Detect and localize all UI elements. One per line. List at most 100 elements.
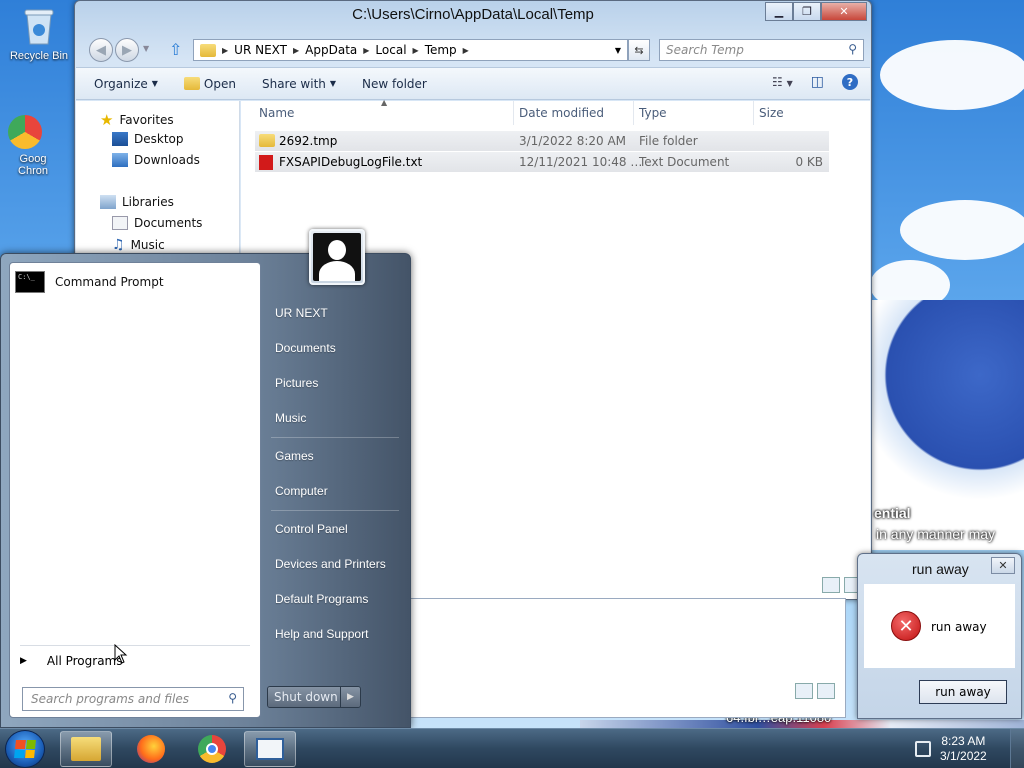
nav-label: Libraries [122, 195, 174, 209]
column-header-type[interactable]: Type [639, 106, 667, 120]
chevron-down-icon: ▼ [329, 79, 337, 88]
file-size: 0 KB [795, 155, 823, 169]
divider [271, 437, 399, 438]
file-row[interactable]: 2692.tmp 3/1/2022 8:20 AM File folder [255, 131, 829, 151]
overlay-text: in any manner may [876, 526, 996, 542]
file-date: 3/1/2022 8:20 AM [519, 134, 627, 148]
share-with-button[interactable]: Share with ▼ [262, 77, 336, 91]
view-options-icon[interactable]: ☷ ▼ [772, 75, 793, 89]
nav-documents[interactable]: Documents [112, 216, 202, 230]
forward-button[interactable]: ▶ [115, 38, 139, 62]
start-search-input[interactable]: Search programs and files ⚲ [22, 687, 244, 711]
back-button[interactable]: ◀ [89, 38, 113, 62]
all-programs-button[interactable]: ▶ All Programs [20, 654, 123, 668]
navigation-row: ◀ ▶ ▼ ⇧ ▶ UR NEXT ▶ AppData ▶ Local ▶ Te… [83, 38, 864, 62]
new-folder-button[interactable]: New folder [362, 77, 427, 91]
network-icon[interactable] [915, 741, 931, 757]
help-icon[interactable]: ? [842, 74, 858, 90]
clock-time: 8:23 AM [941, 734, 986, 748]
window-title: C:\Users\Cirno\AppData\Local\Temp [352, 6, 594, 23]
chrome-icon [8, 115, 42, 149]
chevron-right-icon: ▶ [20, 656, 27, 666]
search-placeholder: Search Temp [666, 43, 744, 57]
taskbar-dialog-app[interactable] [244, 731, 296, 767]
column-divider [513, 101, 514, 125]
shutdown-button[interactable]: Shut down ▶ [267, 686, 361, 708]
preview-pane-icon[interactable]: ◫ [811, 74, 824, 90]
breadcrumb-item[interactable]: AppData [305, 43, 357, 57]
nav-downloads[interactable]: Downloads [112, 153, 200, 167]
user-icon [313, 233, 361, 281]
overlay-text: ential [874, 505, 911, 521]
nav-desktop[interactable]: Desktop [112, 132, 184, 146]
nav-favorites[interactable]: ★ Favorites [100, 111, 174, 129]
search-input[interactable]: Search Temp ⚲ [659, 39, 864, 61]
breadcrumb-item[interactable]: Local [375, 43, 406, 57]
file-type: Text Document [639, 155, 730, 169]
refresh-button[interactable]: ⇆ [628, 39, 650, 61]
address-bar[interactable]: ▶ UR NEXT ▶ AppData ▶ Local ▶ Temp ▶ ▼ [193, 39, 628, 61]
details-view-button[interactable] [822, 577, 840, 593]
chevron-right-icon: ▶ [293, 45, 300, 55]
start-item-default-programs[interactable]: Default Programs [275, 592, 368, 606]
column-divider [633, 101, 634, 125]
start-item-documents[interactable]: Documents [275, 341, 336, 355]
close-button[interactable]: ✕ [821, 2, 867, 21]
start-item-games[interactable]: Games [275, 449, 314, 463]
view-toggle [822, 577, 862, 593]
show-desktop-button[interactable] [1010, 729, 1024, 768]
column-header-date[interactable]: Date modified [519, 106, 604, 120]
dialog-ok-button[interactable]: run away [919, 680, 1007, 704]
file-row[interactable]: FXSAPIDebugLogFile.txt 12/11/2021 10:48 … [255, 152, 829, 172]
organize-button[interactable]: Organize ▼ [94, 77, 158, 91]
start-item-pictures[interactable]: Pictures [275, 376, 318, 390]
search-icon[interactable]: ⚲ [848, 42, 857, 56]
chevron-down-icon[interactable]: ▼ [615, 46, 621, 55]
column-header-name[interactable]: Name [259, 106, 294, 120]
up-arrow-icon[interactable]: ⇧ [169, 40, 182, 59]
chevron-right-icon[interactable]: ▶ [340, 687, 360, 707]
dialog-body: ✕ run away [864, 584, 1015, 668]
large-icons-view-button[interactable] [817, 683, 835, 699]
taskbar-explorer[interactable] [60, 731, 112, 767]
cmd-icon: C:\_ [15, 271, 45, 293]
user-avatar[interactable] [309, 229, 365, 285]
maximize-button[interactable]: ❐ [793, 2, 821, 21]
chevron-right-icon: ▶ [222, 45, 229, 55]
folder-icon [71, 737, 101, 761]
start-item-control-panel[interactable]: Control Panel [275, 522, 348, 536]
start-item-computer[interactable]: Computer [275, 484, 328, 498]
desktop-icon-chrome[interactable]: Goog Chron [0, 115, 50, 177]
start-item-help-support[interactable]: Help and Support [275, 627, 368, 641]
start-item-music[interactable]: Music [275, 411, 306, 425]
search-icon: ⚲ [228, 691, 237, 705]
minimize-button[interactable]: ▁ [765, 2, 793, 21]
breadcrumb-item[interactable]: UR NEXT [234, 43, 287, 57]
view-toggle [795, 683, 835, 711]
nav-label: Documents [134, 216, 203, 230]
details-view-button[interactable] [795, 683, 813, 699]
firefox-icon [137, 735, 165, 763]
taskbar-firefox[interactable] [125, 731, 177, 767]
nav-libraries[interactable]: Libraries [100, 195, 174, 209]
nav-music[interactable]: ♫ Music [112, 237, 165, 253]
breadcrumb-item[interactable]: Temp [425, 43, 457, 57]
start-item-devices-printers[interactable]: Devices and Printers [275, 557, 386, 571]
desktop-icon-recycle-bin[interactable]: Recycle Bin [2, 6, 76, 62]
taskbar-chrome[interactable] [186, 731, 238, 767]
close-button[interactable]: ✕ [991, 557, 1015, 574]
column-header-size[interactable]: Size [759, 106, 784, 120]
sort-indicator-icon: ▲ [381, 98, 388, 107]
start-item-user-folder[interactable]: UR NEXT [275, 306, 328, 320]
program-command-prompt[interactable]: C:\_ Command Prompt [15, 271, 164, 293]
shutdown-label: Shut down [268, 687, 340, 707]
recent-pages-icon[interactable]: ▼ [143, 44, 149, 53]
start-button[interactable] [5, 730, 45, 768]
file-type: File folder [639, 134, 698, 148]
open-button[interactable]: Open [183, 77, 236, 91]
divider [20, 645, 250, 646]
program-label: Command Prompt [55, 275, 164, 289]
mouse-cursor-icon [114, 644, 128, 664]
dialog-title: run away [912, 561, 969, 577]
clock[interactable]: 8:23 AM 3/1/2022 [940, 734, 987, 764]
